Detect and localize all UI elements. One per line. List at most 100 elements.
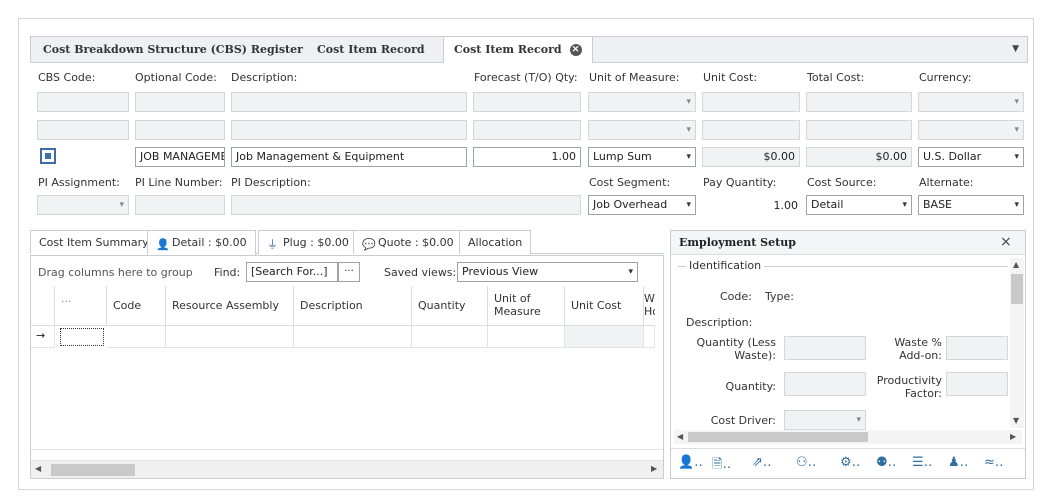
tab-cost-item-record-1[interactable]: Cost Item Record <box>307 37 435 62</box>
find-input[interactable]: [Search For...] <box>246 262 338 282</box>
row-select-checkbox[interactable] <box>40 148 56 164</box>
code-label: Code: <box>720 290 752 303</box>
grid-horizontal-scrollbar[interactable]: ◀ ▶ <box>31 460 663 478</box>
panel-vertical-scrollbar[interactable]: ▲ ▼ <box>1010 258 1024 428</box>
people-icon[interactable]: ⚉‥ <box>876 455 896 470</box>
grid-footer-divider <box>31 449 663 450</box>
person-clock-icon[interactable]: ⚇‥ <box>796 455 816 470</box>
col-unit-of-measure-header[interactable]: Unit of Measure <box>488 286 565 326</box>
scroll-thumb[interactable] <box>51 464 135 476</box>
unit-of-measure-select-1[interactable] <box>588 92 696 112</box>
new-row-options-cell[interactable] <box>60 328 104 346</box>
col-code-header[interactable]: Code <box>107 286 166 326</box>
unit-of-measure-label: Unit of Measure: <box>589 71 680 84</box>
new-row-code-cell[interactable] <box>107 326 166 348</box>
export-icon[interactable]: ⇗‥ <box>752 455 772 470</box>
cbs-code-field-2[interactable] <box>37 120 129 140</box>
add-employee-icon[interactable]: 👤‥ <box>678 455 703 470</box>
tab-detail[interactable]: 👤 Detail : $0.00 <box>147 230 256 255</box>
panel-scroll-thumb[interactable] <box>1011 274 1023 304</box>
scroll-left-icon[interactable]: ◀ <box>35 464 41 473</box>
pi-description-field[interactable] <box>231 195 581 215</box>
alternate-select[interactable]: BASE <box>918 195 1024 215</box>
total-cost-field-2[interactable] <box>806 120 912 140</box>
qty-less-waste-field[interactable] <box>784 336 866 360</box>
employment-quantity-field[interactable] <box>784 372 866 396</box>
close-tab-icon[interactable]: ✕ <box>569 44 582 56</box>
saved-views-select[interactable]: Previous View <box>457 262 638 282</box>
pay-quantity-value: 1.00 <box>773 199 799 212</box>
new-row-work-hours-cell[interactable] <box>644 326 655 348</box>
new-row-unit-of-measure-cell[interactable] <box>488 326 565 348</box>
col-resource-assembly-header[interactable]: Resource Assembly <box>166 286 294 326</box>
unit-cost-label: Unit Cost: <box>703 71 758 84</box>
tab-cost-item-record-2[interactable]: Cost Item Record ✕ <box>443 37 593 63</box>
pi-assignment-label: PI Assignment: <box>38 176 120 189</box>
optional-code-field-2[interactable] <box>135 120 225 140</box>
forecast-qty-input[interactable]: 1.00 <box>473 147 581 167</box>
new-row-resource-assembly-cell[interactable] <box>166 326 294 348</box>
new-row-description-cell[interactable] <box>294 326 412 348</box>
pi-assignment-select[interactable] <box>37 195 129 215</box>
cost-segment-label: Cost Segment: <box>589 176 671 189</box>
tab-cbs-register[interactable]: Cost Breakdown Structure (CBS) Register <box>33 37 313 62</box>
unit-cost-field-1[interactable] <box>702 92 800 112</box>
saved-views-label: Saved views: <box>384 266 457 279</box>
cost-segment-select[interactable]: Job Overhead <box>588 195 696 215</box>
optional-code-input[interactable]: JOB MANAGEME <box>135 147 225 167</box>
document-icon[interactable]: 🗎‥ <box>712 455 731 477</box>
col-quantity-header[interactable]: Quantity <box>412 286 488 326</box>
close-panel-icon[interactable]: × <box>1000 234 1012 250</box>
forecast-qty-field-1[interactable] <box>473 92 581 112</box>
pi-line-number-field[interactable] <box>135 195 225 215</box>
unit-of-measure-select[interactable]: Lump Sum <box>588 147 696 167</box>
tab-quote[interactable]: 💬 Quote : $0.00 <box>353 230 463 254</box>
alternate-label: Alternate: <box>919 176 974 189</box>
cost-source-label: Cost Source: <box>807 176 877 189</box>
total-cost-field-1[interactable] <box>806 92 912 112</box>
panel-scroll-right-icon[interactable]: ▶ <box>1010 432 1016 441</box>
new-row-quantity-cell[interactable] <box>412 326 488 348</box>
optional-code-field-1[interactable] <box>135 92 225 112</box>
qty-less-waste-label: Quantity (Less Waste): <box>696 336 777 362</box>
description-field-1[interactable] <box>231 92 467 112</box>
forecast-qty-field-2[interactable] <box>473 120 581 140</box>
identification-group-title: Identification <box>686 259 765 272</box>
cost-driver-select[interactable] <box>784 410 866 430</box>
panel-scroll-left-icon[interactable]: ◀ <box>677 432 683 441</box>
waste-addon-field[interactable] <box>946 336 1008 360</box>
pi-description-label: PI Description: <box>231 176 311 189</box>
panel-horizontal-scrollbar[interactable]: ◀ ▶ <box>674 430 1022 444</box>
tab-allocation[interactable]: Allocation <box>459 230 532 254</box>
scroll-down-icon[interactable]: ▼ <box>1013 416 1019 425</box>
cbs-code-field-1[interactable] <box>37 92 129 112</box>
productivity-factor-field[interactable] <box>946 372 1008 396</box>
col-description-header[interactable]: Description <box>294 286 412 326</box>
description-label: Description: <box>231 71 298 84</box>
column-options-header[interactable]: ... <box>55 286 107 326</box>
panel-h-scroll-thumb[interactable] <box>688 432 868 442</box>
currency-select-2[interactable] <box>918 120 1024 140</box>
description-input[interactable]: Job Management & Equipment <box>231 147 467 167</box>
unit-cost-field-2[interactable] <box>702 120 800 140</box>
person-gear-icon[interactable]: ⚙‥ <box>840 455 860 470</box>
total-cost-field: $0.00 <box>806 147 912 167</box>
chart-icon[interactable]: ≈‥ <box>984 455 1004 470</box>
scroll-right-icon[interactable]: ▶ <box>651 464 657 473</box>
scroll-up-icon[interactable]: ▲ <box>1013 260 1019 269</box>
list-icon[interactable]: ☰‥ <box>912 455 932 470</box>
currency-select-1[interactable] <box>918 92 1024 112</box>
person-icon[interactable]: ♟‥ <box>948 455 968 470</box>
tab-cost-item-summary[interactable]: Cost Item Summary <box>30 230 158 254</box>
unit-of-measure-select-2[interactable] <box>588 120 696 140</box>
find-options-button[interactable]: ··· <box>338 262 360 282</box>
cost-source-select[interactable]: Detail <box>806 195 912 215</box>
col-work-hours-header[interactable]: Wo Hou <box>644 286 655 326</box>
description-field-2[interactable] <box>231 120 467 140</box>
tab-plug[interactable]: ⏚ Plug : $0.00 <box>258 230 358 254</box>
currency-select[interactable]: U.S. Dollar <box>918 147 1024 167</box>
pi-line-number-label: PI Line Number: <box>135 176 223 189</box>
tab-menu-chevron-icon[interactable]: ▼ <box>1012 37 1019 62</box>
col-unit-cost-header[interactable]: Unit Cost <box>565 286 644 326</box>
forecast-qty-label: Forecast (T/O) Qty: <box>474 71 578 84</box>
